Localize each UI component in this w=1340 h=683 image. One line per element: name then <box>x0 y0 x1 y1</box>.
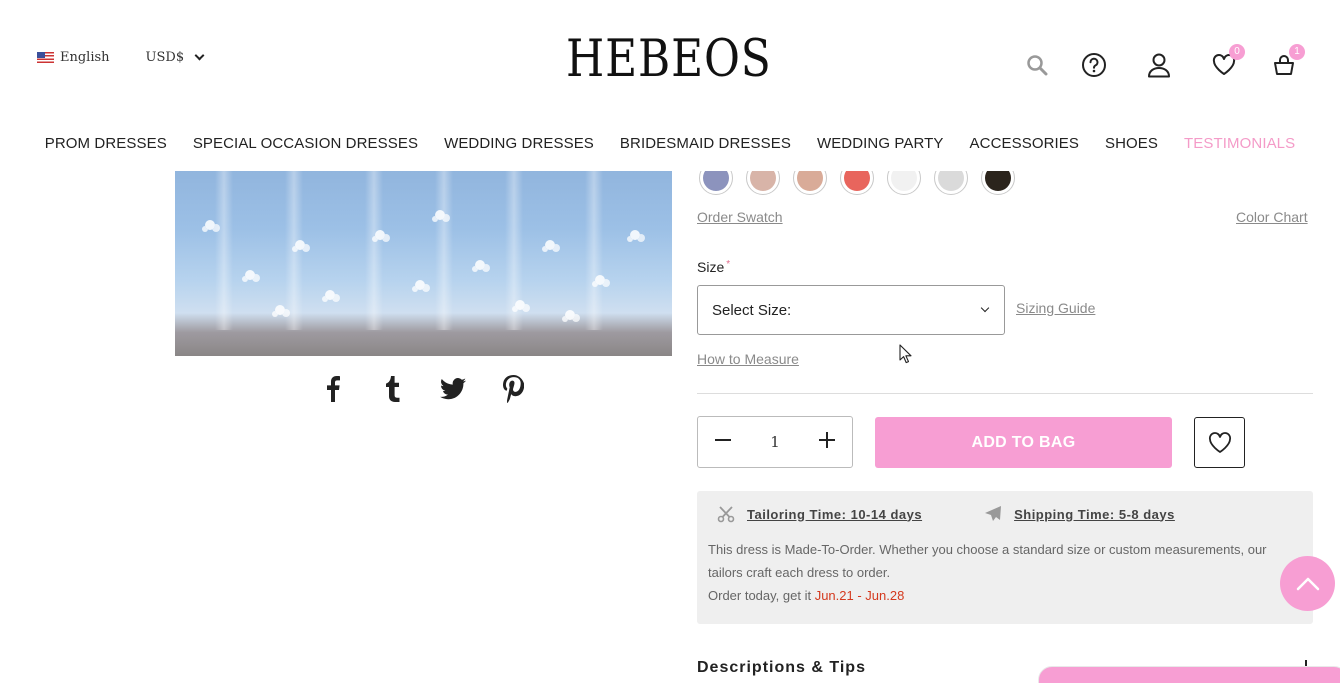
us-flag-icon <box>37 52 54 63</box>
help-icon[interactable] <box>1079 50 1109 80</box>
twitter-icon[interactable] <box>439 374 467 404</box>
search-icon[interactable] <box>1022 50 1052 80</box>
heart-icon <box>1208 431 1231 453</box>
language-selector[interactable]: English <box>60 50 110 65</box>
chat-widget[interactable] <box>1038 666 1340 683</box>
sizing-guide-link[interactable]: Sizing Guide <box>1016 300 1095 316</box>
locale-selector: English USD$ <box>37 50 205 65</box>
size-label-text: Size <box>697 259 725 275</box>
divider <box>697 393 1313 394</box>
airplane-icon <box>985 506 1002 521</box>
main-nav: PROM DRESSES SPECIAL OCCASION DRESSES WE… <box>0 135 1340 152</box>
made-to-order-note: This dress is Made-To-Order. Whether you… <box>708 538 1298 607</box>
currency-label: USD$ <box>145 50 185 65</box>
tailoring-time: Tailoring Time: 10-14 days <box>717 505 922 523</box>
account-icon[interactable] <box>1144 50 1174 80</box>
product-image[interactable] <box>175 160 672 356</box>
color-chart-link[interactable]: Color Chart <box>1236 209 1308 225</box>
production-info-box: Tailoring Time: 10-14 days Shipping Time… <box>697 491 1313 624</box>
nav-testimonials[interactable]: TESTIMONIALS <box>1171 135 1308 152</box>
shipping-time-link[interactable]: Shipping Time: 5-8 days <box>1014 507 1175 522</box>
quantity-value[interactable]: 1 <box>770 433 780 451</box>
add-to-wishlist-button[interactable] <box>1194 417 1245 468</box>
chevron-down-icon <box>194 50 205 61</box>
nav-wedding-dresses[interactable]: WEDDING DRESSES <box>431 135 607 152</box>
order-swatch-link[interactable]: Order Swatch <box>697 209 783 225</box>
chevron-up-icon <box>1296 577 1319 590</box>
wishlist-icon[interactable]: 0 <box>1209 44 1245 80</box>
cart-icon[interactable]: 1 <box>1269 44 1305 80</box>
nav-wedding-party[interactable]: WEDDING PARTY <box>804 135 957 152</box>
delivery-dates: Jun.21 - Jun.28 <box>814 588 905 603</box>
made-to-order-text: This dress is Made-To-Order. Whether you… <box>708 542 1267 580</box>
size-label: Size * <box>697 259 730 275</box>
nav-shoes[interactable]: SHOES <box>1092 135 1171 152</box>
size-select-value: Select Size: <box>712 301 792 319</box>
nav-accessories[interactable]: ACCESSORIES <box>957 135 1092 152</box>
scissors-icon <box>717 506 735 523</box>
order-today-text: Order today, get it <box>708 588 815 603</box>
pinterest-icon[interactable] <box>499 374 527 404</box>
nav-special-occasion-dresses[interactable]: SPECIAL OCCASION DRESSES <box>180 135 431 152</box>
cart-count-badge: 1 <box>1289 44 1305 60</box>
descriptions-tips-heading[interactable]: Descriptions & Tips <box>697 659 866 677</box>
chevron-down-icon <box>980 303 990 313</box>
nav-bridesmaid-dresses[interactable]: BRIDESMAID DRESSES <box>607 135 804 152</box>
quantity-stepper: 1 <box>697 416 853 468</box>
nav-prom-dresses[interactable]: PROM DRESSES <box>32 135 180 152</box>
back-to-top-button[interactable] <box>1280 556 1335 611</box>
size-select[interactable]: Select Size: <box>697 285 1005 335</box>
mouse-cursor-icon <box>899 344 913 369</box>
minus-icon[interactable] <box>714 431 732 454</box>
site-header: English USD$ HEBEOS 0 1 PROM DRESSES SPE… <box>0 0 1340 171</box>
required-mark: * <box>726 259 731 270</box>
currency-selector[interactable]: USD$ <box>145 50 205 65</box>
facebook-icon[interactable] <box>319 374 347 404</box>
how-to-measure-link[interactable]: How to Measure <box>697 351 799 367</box>
plus-icon[interactable] <box>818 431 836 454</box>
shipping-time: Shipping Time: 5-8 days <box>984 505 1175 523</box>
wishlist-count-badge: 0 <box>1229 44 1245 60</box>
tailoring-time-link[interactable]: Tailoring Time: 10-14 days <box>747 507 922 522</box>
tumblr-icon[interactable] <box>379 374 407 404</box>
site-logo[interactable]: HEBEOS <box>566 32 772 88</box>
add-to-bag-button[interactable]: ADD TO BAG <box>875 417 1172 468</box>
